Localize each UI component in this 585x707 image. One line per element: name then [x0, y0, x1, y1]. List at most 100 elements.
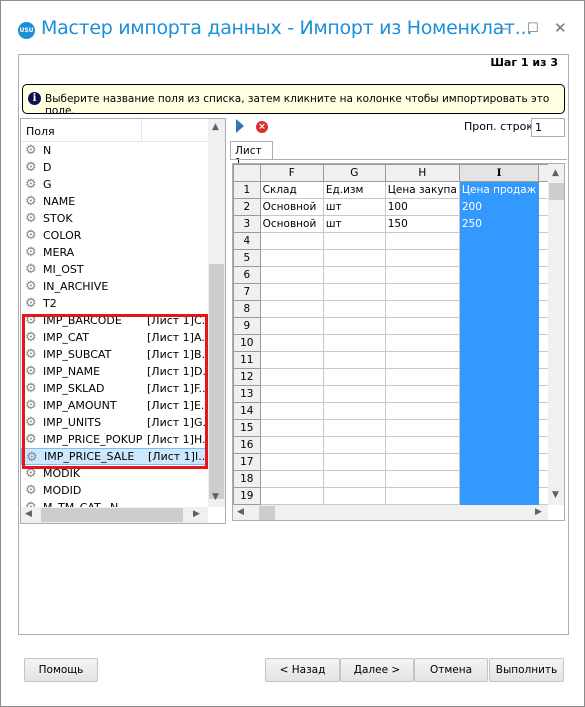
grid-cell[interactable]: [259, 368, 324, 386]
scroll-right-icon[interactable]: ▶: [193, 509, 200, 519]
tab-sheet-1[interactable]: Лист 1: [230, 141, 273, 169]
grid-cell[interactable]: [384, 436, 460, 454]
grid-cell[interactable]: [384, 385, 460, 403]
row-header[interactable]: 19: [233, 487, 261, 505]
grid-cell[interactable]: 250: [458, 215, 540, 233]
scroll-right-icon[interactable]: ▶: [535, 507, 542, 517]
grid-cell[interactable]: [384, 317, 460, 335]
fields-horizontal-scrollbar[interactable]: ◀ ▶: [21, 507, 208, 523]
row-header[interactable]: 3: [233, 215, 261, 233]
grid-cell[interactable]: [322, 334, 386, 352]
column-header[interactable]: G: [322, 164, 386, 182]
field-item[interactable]: ⚙ IMP_NAME [Лист 1]D...: [21, 363, 213, 380]
grid-cell[interactable]: [322, 419, 386, 437]
row-header[interactable]: 13: [233, 385, 261, 403]
skip-rows-input[interactable]: [531, 118, 565, 137]
field-item[interactable]: ⚙ IN_ARCHIVE: [21, 278, 207, 295]
field-item[interactable]: ⚙ IMP_SUBCAT [Лист 1]B...: [21, 346, 212, 363]
row-header[interactable]: 17: [233, 453, 261, 471]
grid-cell[interactable]: [322, 368, 386, 386]
grid-cell[interactable]: 150: [384, 215, 460, 233]
grid-cell[interactable]: [384, 402, 460, 420]
field-item[interactable]: ⚙ NAME: [21, 193, 207, 210]
field-item[interactable]: ⚙ MODID: [21, 482, 207, 499]
row-header[interactable]: 4: [233, 232, 261, 250]
column-header[interactable]: H: [384, 164, 460, 182]
grid-cell[interactable]: [384, 453, 460, 471]
grid-cell[interactable]: [384, 487, 460, 505]
grid-cell[interactable]: [259, 351, 324, 369]
scroll-thumb[interactable]: [41, 508, 183, 522]
column-header[interactable]: I: [458, 164, 540, 182]
field-item[interactable]: ⚙ IMP_SKLAD [Лист 1]F...: [21, 380, 209, 397]
field-item[interactable]: ⚙ IMP_UNITS [Лист 1]G...: [21, 414, 213, 431]
grid-cell[interactable]: [384, 368, 460, 386]
row-header[interactable]: 11: [233, 351, 261, 369]
row-header[interactable]: 1: [233, 181, 261, 199]
grid-cell[interactable]: [458, 317, 540, 335]
grid-cell[interactable]: Цена закупа: [384, 181, 460, 199]
grid-cell[interactable]: [259, 470, 324, 488]
grid-cell[interactable]: [458, 436, 540, 454]
row-header[interactable]: 16: [233, 436, 261, 454]
fields-vertical-scrollbar[interactable]: ▲ ▼: [208, 119, 225, 507]
row-header[interactable]: 14: [233, 402, 261, 420]
grid-cell[interactable]: [259, 249, 324, 267]
grid-cell[interactable]: [458, 470, 540, 488]
grid-cell[interactable]: [384, 283, 460, 301]
grid-cell[interactable]: [458, 453, 540, 471]
grid-cell[interactable]: [322, 249, 386, 267]
field-item[interactable]: ⚙ IMP_PRICE_POKUP [Лист 1]H...: [21, 431, 213, 448]
grid-cell[interactable]: [458, 368, 540, 386]
grid-cell[interactable]: [458, 419, 540, 437]
spreadsheet-grid[interactable]: F G H I 1 Склад Ед.изм Цена закупа Цена продаж 2 О…: [232, 163, 565, 521]
grid-cell[interactable]: Ед.изм: [322, 181, 386, 199]
field-item[interactable]: ⚙ IMP_PRICE_SALE [Лист 1]I...: [21, 448, 209, 465]
grid-cell[interactable]: [259, 334, 324, 352]
row-header[interactable]: 12: [233, 368, 261, 386]
grid-cell[interactable]: [384, 300, 460, 318]
grid-cell[interactable]: [259, 436, 324, 454]
grid-cell[interactable]: [458, 266, 540, 284]
grid-cell[interactable]: [322, 317, 386, 335]
grid-cell[interactable]: [259, 419, 324, 437]
field-item[interactable]: ⚙ N: [21, 142, 207, 159]
grid-cell[interactable]: [384, 232, 460, 250]
field-item[interactable]: ⚙ MERA: [21, 244, 207, 261]
grid-cell[interactable]: [322, 300, 386, 318]
field-item[interactable]: ⚙ STOK: [21, 210, 207, 227]
field-item[interactable]: ⚙ COLOR: [21, 227, 207, 244]
field-item[interactable]: ⚙ D: [21, 159, 207, 176]
delete-icon[interactable]: ×: [256, 121, 268, 133]
scroll-thumb[interactable]: [549, 183, 564, 200]
field-item[interactable]: ⚙ G: [21, 176, 207, 193]
close-button[interactable]: ✕: [554, 19, 567, 37]
grid-cell[interactable]: [458, 385, 540, 403]
grid-cell[interactable]: [322, 487, 386, 505]
maximize-button[interactable]: ☐: [527, 21, 539, 36]
grid-cell[interactable]: [458, 487, 540, 505]
grid-cell[interactable]: [259, 232, 324, 250]
grid-cell[interactable]: [322, 283, 386, 301]
grid-cell[interactable]: Склад: [259, 181, 324, 199]
field-item[interactable]: ⚙ IMP_AMOUNT [Лист 1]E...: [21, 397, 211, 414]
minimize-button[interactable]: –: [501, 19, 509, 37]
grid-cell[interactable]: [322, 266, 386, 284]
row-header[interactable]: 5: [233, 249, 261, 267]
fields-list[interactable]: Поля ⚙ N ⚙ D ⚙ G ⚙ NAME ⚙ STOK ⚙ COLOR ⚙ MERA ⚙ MI_OST ⚙…: [20, 118, 226, 524]
corner-cell[interactable]: [233, 164, 261, 182]
field-item[interactable]: ⚙ IMP_BARCODE [Лист 1]C...: [21, 312, 212, 329]
scroll-up-icon[interactable]: ▲: [212, 122, 219, 132]
scroll-left-icon[interactable]: ◀: [237, 507, 244, 517]
row-header[interactable]: 7: [233, 283, 261, 301]
grid-cell[interactable]: [458, 300, 540, 318]
row-header[interactable]: 18: [233, 470, 261, 488]
grid-cell[interactable]: [384, 351, 460, 369]
scroll-left-icon[interactable]: ◀: [25, 509, 32, 519]
grid-cell[interactable]: [259, 283, 324, 301]
row-header[interactable]: 15: [233, 419, 261, 437]
grid-horizontal-scrollbar[interactable]: ◀ ▶: [233, 505, 548, 520]
grid-cell[interactable]: [259, 317, 324, 335]
row-header[interactable]: 8: [233, 300, 261, 318]
grid-cell[interactable]: [384, 334, 460, 352]
